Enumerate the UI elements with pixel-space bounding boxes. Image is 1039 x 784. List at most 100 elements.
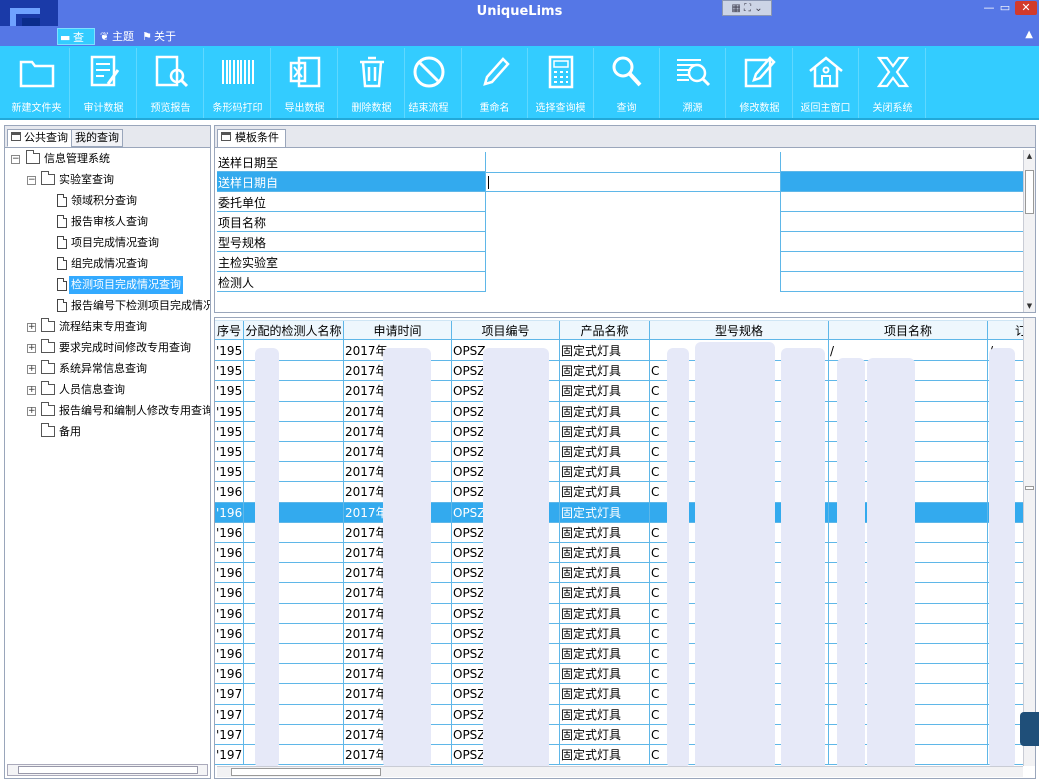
collapse-ribbon-icon[interactable]: ▲ bbox=[1025, 29, 1033, 40]
table-cell[interactable]: '195 bbox=[215, 401, 244, 422]
table-cell[interactable]: '195 bbox=[215, 341, 244, 361]
table-cell[interactable]: 固定式灯具 bbox=[560, 421, 650, 442]
table-cell[interactable]: '195 bbox=[215, 442, 244, 462]
audit-data-button[interactable]: 审计数据 bbox=[71, 48, 137, 118]
modify-data-button[interactable]: 修改数据 bbox=[727, 48, 793, 118]
table-cell[interactable]: 固定式灯具 bbox=[560, 401, 650, 422]
table-cell[interactable]: 固定式灯具 bbox=[560, 442, 650, 462]
column-header[interactable]: 序号 bbox=[215, 321, 244, 341]
table-cell[interactable]: 固定式灯具 bbox=[560, 623, 650, 644]
column-header[interactable]: 项目名称 bbox=[829, 321, 988, 341]
table-cell[interactable]: 固定式灯具 bbox=[560, 724, 650, 745]
trace-icon bbox=[676, 59, 710, 87]
condition-value-input[interactable] bbox=[485, 212, 781, 232]
table-cell[interactable]: '196 bbox=[215, 623, 244, 644]
trace-source-button[interactable]: 溯源 bbox=[660, 48, 726, 118]
column-header[interactable]: 申请时间 bbox=[344, 321, 452, 341]
table-cell[interactable]: '196 bbox=[215, 543, 244, 563]
condition-value-input[interactable] bbox=[485, 252, 781, 272]
table-cell[interactable]: '196 bbox=[215, 583, 244, 604]
side-float-icon[interactable] bbox=[1020, 712, 1039, 746]
expand-icon[interactable]: + bbox=[27, 323, 36, 332]
table-cell[interactable]: '195 bbox=[215, 462, 244, 483]
column-header[interactable]: 订 bbox=[988, 321, 1028, 341]
query-tree: − 信息管理系统 − 实验室查询 领域积分查询 报告审核人查询 项目完成情况查询… bbox=[11, 150, 210, 438]
expand-icon[interactable]: + bbox=[27, 386, 36, 395]
condition-value-input[interactable] bbox=[485, 172, 781, 192]
close-system-button[interactable]: 关闭系统 bbox=[860, 48, 926, 118]
table-cell[interactable]: 固定式灯具 bbox=[560, 684, 650, 705]
table-cell[interactable]: '197 bbox=[215, 684, 244, 705]
condition-value-input[interactable] bbox=[485, 152, 781, 172]
table-cell[interactable]: 固定式灯具 bbox=[560, 361, 650, 382]
folder-icon bbox=[26, 150, 40, 164]
toolbar: 新建文件夹 审计数据 预览报告 条形码打印 导出数据 删除数据 结束流程 重命名… bbox=[0, 46, 1039, 120]
table-cell[interactable]: 固定式灯具 bbox=[560, 563, 650, 584]
grid-vertical-scrollbar[interactable] bbox=[1023, 318, 1035, 766]
tab-public-query[interactable]: 公共查询 bbox=[7, 129, 72, 147]
table-cell[interactable]: 固定式灯具 bbox=[560, 603, 650, 624]
left-panel-scrollbar[interactable] bbox=[7, 764, 208, 776]
table-cell[interactable]: '196 bbox=[215, 603, 244, 624]
table-cell[interactable]: 固定式灯具 bbox=[560, 381, 650, 402]
document-icon bbox=[57, 194, 67, 207]
rename-button[interactable]: 重命名 bbox=[462, 48, 528, 118]
grid-horizontal-scrollbar[interactable] bbox=[217, 766, 1023, 777]
column-header[interactable]: 产品名称 bbox=[560, 321, 650, 341]
export-data-button[interactable]: 导出数据 bbox=[272, 48, 338, 118]
condition-value-input[interactable] bbox=[485, 272, 781, 292]
select-query-template-button[interactable]: 选择查询模 bbox=[528, 48, 594, 118]
table-cell[interactable]: 固定式灯具 bbox=[560, 664, 650, 685]
table-cell[interactable]: '195 bbox=[215, 421, 244, 442]
conditions-scrollbar[interactable]: ▲ ▼ bbox=[1023, 150, 1035, 312]
return-main-window-button[interactable]: 返回主窗口 bbox=[793, 48, 859, 118]
table-cell[interactable]: 固定式灯具 bbox=[560, 583, 650, 604]
table-cell[interactable]: 固定式灯具 bbox=[560, 543, 650, 563]
condition-value-input[interactable] bbox=[485, 192, 781, 212]
tab-my-query[interactable]: 我的查询 bbox=[71, 129, 123, 147]
column-header[interactable]: 型号规格 bbox=[650, 321, 829, 341]
table-cell[interactable]: '196 bbox=[215, 482, 244, 503]
table-cell[interactable]: '195 bbox=[215, 381, 244, 402]
preview-report-button[interactable]: 预览报告 bbox=[138, 48, 204, 118]
column-header[interactable]: 分配的检测人名称 bbox=[244, 321, 344, 341]
condition-row: 送样日期至 bbox=[217, 152, 1025, 172]
menu-query[interactable]: ▬ 查询 bbox=[57, 28, 95, 61]
table-cell[interactable]: '197 bbox=[215, 745, 244, 765]
table-cell[interactable]: '196 bbox=[215, 644, 244, 664]
expand-icon[interactable]: + bbox=[27, 407, 36, 416]
table-cell[interactable]: 固定式灯具 bbox=[560, 502, 650, 523]
collapse-icon[interactable]: − bbox=[11, 155, 20, 164]
table-cell[interactable]: '197 bbox=[215, 704, 244, 725]
table-cell[interactable]: '196 bbox=[215, 522, 244, 543]
table-cell[interactable]: 固定式灯具 bbox=[560, 482, 650, 503]
close-window-button[interactable]: ✕ bbox=[1015, 1, 1037, 15]
table-cell[interactable]: '196 bbox=[215, 563, 244, 584]
table-cell[interactable]: 固定式灯具 bbox=[560, 704, 650, 725]
collapse-icon[interactable]: − bbox=[27, 176, 36, 185]
table-cell[interactable]: 固定式灯具 bbox=[560, 341, 650, 361]
table-cell[interactable]: 固定式灯具 bbox=[560, 522, 650, 543]
query-button[interactable]: 查询 bbox=[594, 48, 660, 118]
minimize-button[interactable]: — bbox=[982, 1, 996, 15]
column-header[interactable]: 项目编号 bbox=[452, 321, 560, 341]
folder-icon bbox=[19, 60, 54, 88]
table-cell[interactable]: '197 bbox=[215, 724, 244, 745]
restore-button[interactable]: ▭ bbox=[998, 1, 1012, 15]
end-process-button[interactable]: 结束流程 bbox=[396, 48, 462, 118]
table-cell[interactable]: '196 bbox=[215, 502, 244, 523]
menu-theme[interactable]: ❦ 主题 bbox=[98, 28, 140, 45]
menu-about[interactable]: ⚑ 关于 bbox=[140, 28, 180, 45]
expand-icon[interactable]: + bbox=[27, 344, 36, 353]
expand-icon[interactable]: + bbox=[27, 365, 36, 374]
table-cell[interactable]: 固定式灯具 bbox=[560, 462, 650, 483]
new-folder-button[interactable]: 新建文件夹 bbox=[4, 48, 70, 118]
table-cell[interactable]: '196 bbox=[215, 664, 244, 685]
tab-template-conditions[interactable]: 模板条件 bbox=[217, 129, 286, 147]
table-cell[interactable]: 固定式灯具 bbox=[560, 745, 650, 765]
title-tools[interactable]: ▦ ⛶ ⌄ bbox=[722, 0, 772, 16]
condition-value-input[interactable] bbox=[485, 232, 781, 252]
barcode-print-button[interactable]: 条形码打印 bbox=[205, 48, 271, 118]
table-cell[interactable]: '195 bbox=[215, 361, 244, 382]
table-cell[interactable]: 固定式灯具 bbox=[560, 644, 650, 664]
